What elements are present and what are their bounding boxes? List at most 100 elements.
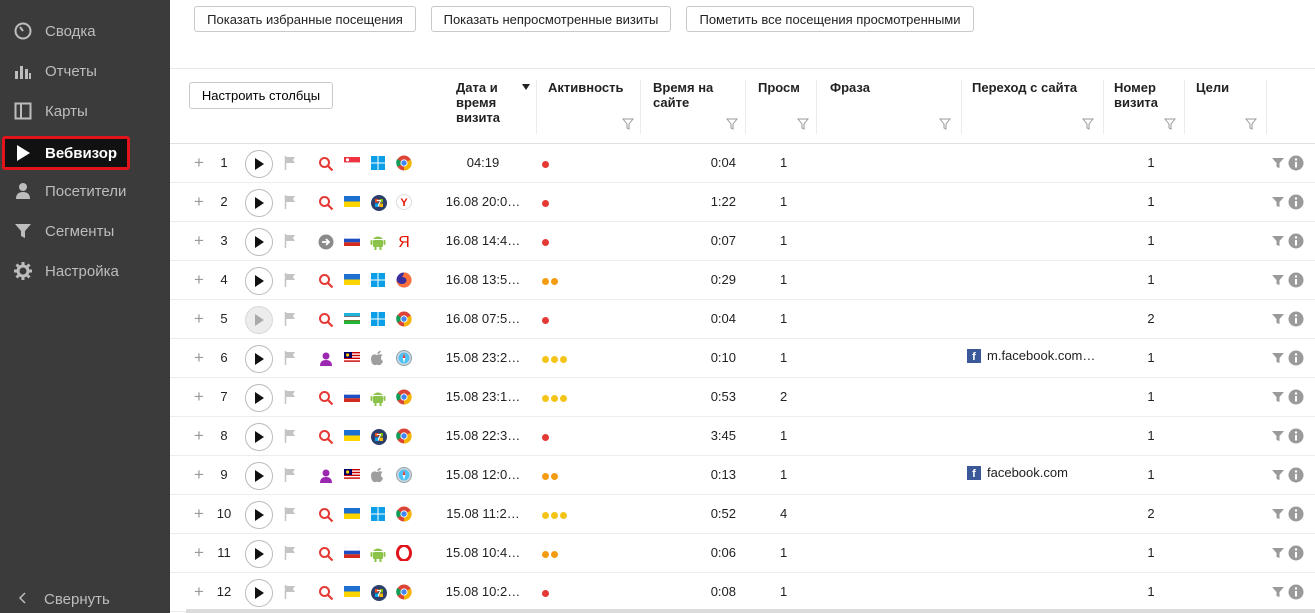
column-header-datetime[interactable]: Дата и время визита: [456, 80, 526, 132]
filter-activity-icon[interactable]: [622, 118, 634, 130]
play-visit-button[interactable]: [245, 579, 273, 607]
info-icon[interactable]: [1288, 545, 1304, 564]
table-row[interactable]: +10 15.08 11:2… 0:52 4 2: [170, 495, 1315, 534]
expand-row-icon[interactable]: +: [194, 387, 204, 407]
column-header-referrer[interactable]: Переход с сайта: [972, 80, 1092, 132]
sidebar-item-maps[interactable]: Карты: [0, 91, 170, 131]
play-visit-button[interactable]: [245, 501, 273, 529]
expand-row-icon[interactable]: +: [194, 231, 204, 251]
flag-icon[interactable]: [284, 390, 296, 407]
table-row[interactable]: +3 Я 16.08 14:4… 0:07 1 1: [170, 222, 1315, 261]
row-filter-icon[interactable]: [1272, 352, 1284, 367]
filter-phrase-icon[interactable]: [939, 118, 951, 130]
table-row[interactable]: +2 7 Y 16.08 20:0… 1:22 1 1: [170, 183, 1315, 222]
expand-row-icon[interactable]: +: [194, 426, 204, 446]
expand-row-icon[interactable]: +: [194, 543, 204, 563]
filter-time-icon[interactable]: [726, 118, 738, 130]
info-icon[interactable]: [1288, 272, 1304, 291]
referrer-cell[interactable]: f facebook.com: [967, 465, 1068, 480]
filter-visit-number-icon[interactable]: [1164, 118, 1176, 130]
row-filter-icon[interactable]: [1272, 391, 1284, 406]
play-visit-button[interactable]: [245, 267, 273, 295]
play-visit-button[interactable]: [245, 423, 273, 451]
row-filter-icon[interactable]: [1272, 430, 1284, 445]
table-row[interactable]: +11 15.08 10:4… 0:06 1 1: [170, 534, 1315, 573]
show-unviewed-button[interactable]: Показать непросмотренные визиты: [431, 6, 671, 32]
row-filter-icon[interactable]: [1272, 235, 1284, 250]
table-row[interactable]: +4 16.08 13:5… 0:29 1 1: [170, 261, 1315, 300]
play-visit-button[interactable]: [245, 189, 273, 217]
expand-row-icon[interactable]: +: [194, 504, 204, 524]
activity-dot: [542, 590, 549, 597]
filter-pageviews-icon[interactable]: [797, 118, 809, 130]
row-filter-icon[interactable]: [1272, 547, 1284, 562]
filter-referrer-icon[interactable]: [1082, 118, 1094, 130]
info-icon[interactable]: [1288, 584, 1304, 603]
table-row[interactable]: +5 16.08 07:5… 0:04 1 2: [170, 300, 1315, 339]
row-filter-icon[interactable]: [1272, 508, 1284, 523]
info-icon[interactable]: [1288, 389, 1304, 408]
flag-icon[interactable]: [284, 429, 296, 446]
sidebar-item-visitors[interactable]: Посетители: [0, 171, 170, 211]
table-row[interactable]: +12 7 15.08 10:2… 0:08 1 1: [170, 573, 1315, 612]
table-row[interactable]: +6 15.08 23:2… 0:10 1 f m.facebook.com… 1: [170, 339, 1315, 378]
sort-desc-icon[interactable]: [522, 84, 530, 90]
horizontal-scrollbar[interactable]: [186, 609, 1315, 613]
flag-icon[interactable]: [284, 585, 296, 602]
row-filter-icon[interactable]: [1272, 313, 1284, 328]
table-row[interactable]: +9 15.08 12:0… 0:13 1 f facebook.com 1: [170, 456, 1315, 495]
info-icon[interactable]: [1288, 155, 1304, 174]
sidebar-item-reports[interactable]: Отчеты: [0, 51, 170, 91]
row-filter-icon[interactable]: [1272, 586, 1284, 601]
expand-row-icon[interactable]: +: [194, 582, 204, 602]
flag-icon[interactable]: [284, 351, 296, 368]
table-row[interactable]: +1 04:19 0:04 1 1: [170, 144, 1315, 183]
expand-row-icon[interactable]: +: [194, 348, 204, 368]
play-visit-button[interactable]: [245, 150, 273, 178]
row-filter-icon[interactable]: [1272, 469, 1284, 484]
info-icon[interactable]: [1288, 233, 1304, 252]
play-visit-button[interactable]: [245, 540, 273, 568]
sidebar-item-settings[interactable]: Настройка: [0, 251, 170, 291]
flag-icon[interactable]: [284, 195, 296, 212]
sidebar-item-webvisor[interactable]: Вебвизор: [0, 133, 170, 173]
flag-icon[interactable]: [284, 234, 296, 251]
flag-icon[interactable]: [284, 468, 296, 485]
mark-all-viewed-button[interactable]: Пометить все посещения просмотренными: [686, 6, 974, 32]
info-icon[interactable]: [1288, 467, 1304, 486]
show-favorites-button[interactable]: Показать избранные посещения: [194, 6, 416, 32]
flag-icon[interactable]: [284, 156, 296, 173]
flag-icon[interactable]: [284, 546, 296, 563]
expand-row-icon[interactable]: +: [194, 270, 204, 290]
flag-icon[interactable]: [284, 507, 296, 524]
flag-icon[interactable]: [284, 273, 296, 290]
play-visit-button[interactable]: [245, 306, 273, 334]
sidebar-item-summary[interactable]: Сводка: [0, 11, 170, 51]
collapse-sidebar-button[interactable]: Свернуть: [0, 585, 110, 613]
filter-goals-icon[interactable]: [1245, 118, 1257, 130]
expand-row-icon[interactable]: +: [194, 192, 204, 212]
referrer-cell[interactable]: f m.facebook.com…: [967, 348, 1095, 363]
row-filter-icon[interactable]: [1272, 274, 1284, 289]
info-icon[interactable]: [1288, 506, 1304, 525]
info-icon[interactable]: [1288, 311, 1304, 330]
expand-row-icon[interactable]: +: [194, 309, 204, 329]
sidebar-item-segments[interactable]: Сегменты: [0, 211, 170, 251]
flag-icon[interactable]: [284, 312, 296, 329]
configure-columns-button[interactable]: Настроить столбцы: [189, 82, 333, 109]
row-filter-icon[interactable]: [1272, 157, 1284, 172]
expand-row-icon[interactable]: +: [194, 465, 204, 485]
row-filter-icon[interactable]: [1272, 196, 1284, 211]
play-visit-button[interactable]: [245, 345, 273, 373]
info-icon[interactable]: [1288, 194, 1304, 213]
play-visit-button[interactable]: [245, 228, 273, 256]
table-row[interactable]: +8 7 15.08 22:3… 3:45 1 1: [170, 417, 1315, 456]
expand-row-icon[interactable]: +: [194, 153, 204, 173]
play-visit-button[interactable]: [245, 462, 273, 490]
column-header-phrase[interactable]: Фраза: [830, 80, 930, 132]
table-row[interactable]: +7 15.08 23:1… 0:53 2 1: [170, 378, 1315, 417]
info-icon[interactable]: [1288, 428, 1304, 447]
facebook-icon: f: [967, 465, 981, 480]
play-visit-button[interactable]: [245, 384, 273, 412]
info-icon[interactable]: [1288, 350, 1304, 369]
